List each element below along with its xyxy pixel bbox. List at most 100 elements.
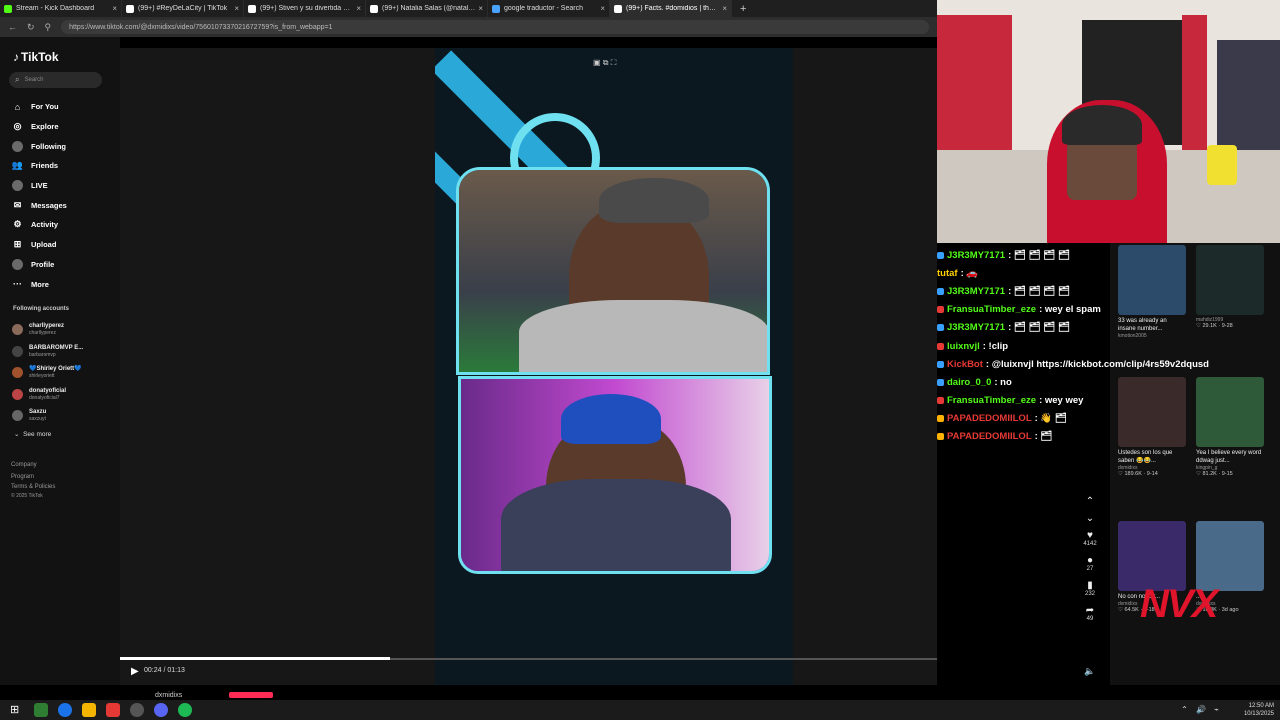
browser-tab[interactable]: (99+) #ReyDeLaCity | TikTok × bbox=[122, 0, 244, 17]
video-author: kmotion2005 bbox=[1118, 333, 1147, 339]
obs-icon[interactable] bbox=[130, 703, 144, 717]
reload-icon[interactable]: ↻ bbox=[27, 22, 35, 33]
webcam-overlay bbox=[937, 0, 1280, 243]
video-thumbnail[interactable] bbox=[1196, 245, 1264, 315]
following-avatar-icon bbox=[12, 140, 23, 152]
tab-close-icon[interactable]: × bbox=[478, 4, 483, 13]
following-account[interactable]: 💙Shirley Oriett💙 shirleyoriett bbox=[12, 362, 83, 384]
chat-message: PAPADEDOMIILOL: 👋 🗂 bbox=[937, 410, 1117, 428]
chat-username[interactable]: J3R3MY7171 bbox=[947, 250, 1005, 261]
comment-icon[interactable]: ● bbox=[1078, 555, 1102, 566]
tab-title: (99+) Stiven y su divertida carrera bbox=[260, 5, 353, 12]
file-explorer-icon[interactable] bbox=[82, 703, 96, 717]
streamer-cam-bottom bbox=[458, 376, 772, 574]
app-icon-red[interactable] bbox=[106, 703, 120, 717]
sidebar-item-label: Upload bbox=[31, 240, 57, 250]
app-icon-green[interactable] bbox=[34, 703, 48, 717]
following-account[interactable]: donatyoficial donatyoficial7 bbox=[12, 384, 83, 406]
tab-title: Stream - Kick Dashboard bbox=[16, 5, 95, 12]
chat-message: J3R3MY7171: 🗂 🗂 🗂 🗂 bbox=[937, 246, 1117, 264]
chat-text: : 🗂 🗂 🗂 🗂 bbox=[1008, 285, 1071, 297]
video-thumbnail[interactable] bbox=[1196, 377, 1264, 447]
discord-icon[interactable] bbox=[154, 703, 168, 717]
new-tab-button[interactable]: + bbox=[732, 3, 754, 15]
sidebar-item-upload[interactable]: ⊞ Upload bbox=[12, 235, 67, 255]
footer-company[interactable]: Company bbox=[11, 459, 55, 471]
spotify-icon[interactable] bbox=[178, 703, 192, 717]
browser-tab[interactable]: google traductor - Search × bbox=[488, 0, 610, 17]
footer-program[interactable]: Program bbox=[11, 471, 55, 483]
chat-username[interactable]: FransuaTimber_eze bbox=[947, 304, 1036, 315]
recommended-video-card[interactable]: Yea I believe every word ddwag just... ki… bbox=[1196, 377, 1264, 477]
tiktok-logo[interactable]: ♪ TikTok bbox=[13, 50, 59, 64]
tray-icons[interactable]: ⌃ 🔊 ⌁ bbox=[1181, 705, 1222, 714]
user-badge-icon bbox=[937, 378, 944, 386]
video-thumbnail[interactable] bbox=[1118, 377, 1186, 447]
browser-tab[interactable]: (99+) Facts. #domidios | the d'am...× bbox=[610, 0, 732, 17]
share-icon[interactable]: ➦ bbox=[1078, 605, 1102, 616]
see-more-button[interactable]: ⌄ See more bbox=[14, 430, 51, 438]
sidebar-item-for-you[interactable]: ⌂ For You bbox=[12, 97, 67, 117]
copyright: © 2025 TikTok bbox=[11, 493, 43, 499]
url-field[interactable]: https://www.tiktok.com/@dxmidixs/video/7… bbox=[61, 20, 929, 34]
tab-close-icon[interactable]: × bbox=[356, 4, 361, 13]
following-account[interactable]: BARBAROMVP E... barbaromvp bbox=[12, 341, 83, 363]
browser-tab[interactable]: (99+) Stiven y su divertida carrera× bbox=[244, 0, 366, 17]
video-thumbnail[interactable] bbox=[1118, 245, 1186, 315]
browser-tab[interactable]: Stream - Kick Dashboard × bbox=[0, 0, 122, 17]
chat-username[interactable]: luixnvjl bbox=[947, 341, 980, 352]
sidebar-item-live[interactable]: LIVE bbox=[12, 176, 67, 196]
sidebar-item-more[interactable]: ··· More bbox=[12, 274, 67, 294]
video-view-controls[interactable]: ▣ ⧉ ⛶ bbox=[593, 58, 616, 68]
tab-close-icon[interactable]: × bbox=[600, 4, 605, 13]
chat-username[interactable]: J3R3MY7171 bbox=[947, 286, 1005, 297]
tab-close-icon[interactable]: × bbox=[722, 4, 727, 13]
sidebar-item-explore[interactable]: ◎ Explore bbox=[12, 117, 67, 137]
sidebar-item-friends[interactable]: 👥 Friends bbox=[12, 156, 67, 176]
account-text: charllyperez charllyperez bbox=[29, 323, 64, 336]
friends-icon: 👥 bbox=[11, 160, 24, 171]
chat-username[interactable]: J3R3MY7171 bbox=[947, 322, 1005, 333]
account-name: charllyperez bbox=[29, 323, 65, 330]
bookmark-icon[interactable]: ▮ bbox=[1078, 580, 1102, 591]
footer-terms[interactable]: Terms & Policies bbox=[11, 483, 55, 491]
chat-username[interactable]: PAPADEDOMIILOL bbox=[947, 431, 1032, 442]
account-text: Saxzu saxzuyt bbox=[29, 409, 46, 422]
browser-tab[interactable]: (99+) Natalia Salas (@nataliasalas...× bbox=[366, 0, 488, 17]
chevron-down-icon[interactable]: ⌄ bbox=[1078, 513, 1102, 524]
chat-username[interactable]: dairo_0_0 bbox=[947, 377, 991, 388]
recommended-video-card[interactable]: mahdiz1999 ♡ 29.1K · 9-28 bbox=[1196, 245, 1264, 329]
sidebar-item-messages[interactable]: ✉ Messages bbox=[12, 195, 67, 215]
tab-title: google traductor - Search bbox=[504, 5, 583, 12]
tab-close-icon[interactable]: × bbox=[234, 4, 239, 13]
chat-username[interactable]: FransuaTimber_eze bbox=[947, 395, 1036, 406]
following-accounts-list: charllyperez charllyperez BARBAROMVP E... b… bbox=[12, 319, 83, 427]
system-clock[interactable]: 12:50 AM 10/13/2025 bbox=[1244, 702, 1274, 718]
search-input[interactable]: ⌕ Search bbox=[9, 72, 102, 88]
video-thumbnail[interactable] bbox=[1196, 521, 1264, 591]
action-count: 4142 bbox=[1083, 541, 1097, 547]
site-info-icon[interactable]: ⚲ bbox=[45, 22, 52, 33]
chrome-icon[interactable] bbox=[58, 703, 72, 717]
sidebar-item-profile[interactable]: Profile bbox=[12, 255, 67, 275]
sidebar-item-activity[interactable]: ⚙ Activity bbox=[12, 215, 67, 235]
follow-button[interactable] bbox=[229, 692, 273, 698]
sidebar-item-following[interactable]: Following bbox=[12, 136, 67, 156]
chevron-up-icon[interactable]: ⌃ bbox=[1078, 496, 1102, 507]
heart-icon[interactable]: ♥ bbox=[1078, 530, 1102, 541]
chat-username[interactable]: PAPADEDOMIILOL bbox=[947, 413, 1032, 424]
windows-start-icon[interactable]: ⊞ bbox=[10, 703, 24, 717]
chat-username[interactable]: KickBot bbox=[947, 359, 983, 370]
recommended-video-card[interactable]: 33 was already an insane number... kmotio… bbox=[1118, 245, 1186, 339]
play-icon[interactable]: ▶ bbox=[131, 666, 139, 677]
back-icon[interactable]: ← bbox=[8, 22, 17, 32]
video-thumbnail[interactable] bbox=[1118, 521, 1186, 591]
volume-icon[interactable]: 🔈 bbox=[1084, 666, 1095, 677]
following-account[interactable]: Saxzu saxzuyt bbox=[12, 405, 83, 427]
sidebar-item-label: Explore bbox=[31, 122, 59, 132]
following-account[interactable]: charllyperez charllyperez bbox=[12, 319, 83, 341]
chat-username[interactable]: tutaf bbox=[937, 268, 958, 279]
recommended-video-card[interactable]: Ustedes son los que saben 😂😂... dxmidixs ♡… bbox=[1118, 377, 1186, 477]
creator-name[interactable]: dxmidixs bbox=[155, 692, 182, 699]
tab-close-icon[interactable]: × bbox=[112, 4, 117, 13]
